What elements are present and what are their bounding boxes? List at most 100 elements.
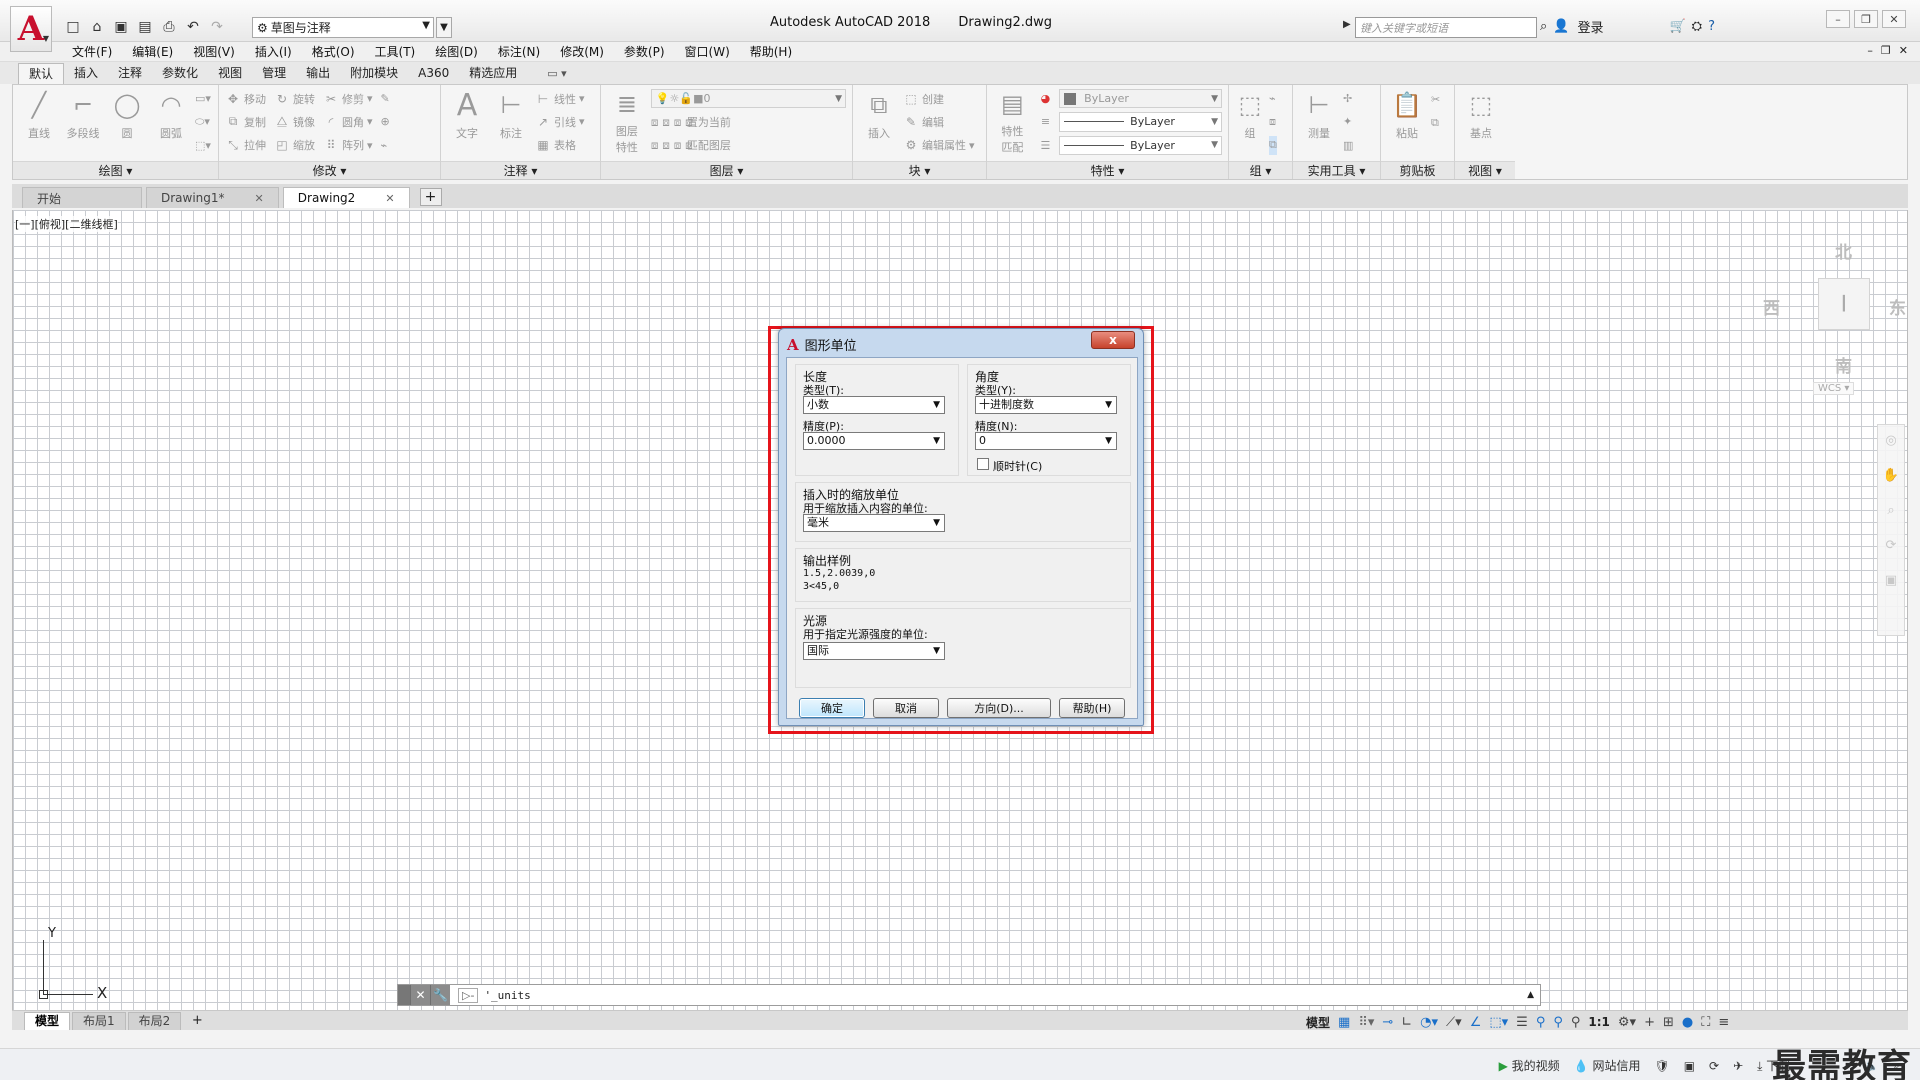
restore-button[interactable]: ❐ bbox=[1854, 10, 1878, 28]
tab-a360[interactable]: A360 bbox=[408, 63, 459, 84]
open-file-icon[interactable]: ⌂ bbox=[86, 16, 108, 38]
leader-tool[interactable]: ↗ 引线 ▾ bbox=[535, 112, 585, 131]
undo-icon[interactable]: ↶ bbox=[182, 16, 204, 38]
color-wheel-icon[interactable]: ◕ bbox=[1041, 89, 1051, 108]
quick-select-icon[interactable]: ✦ bbox=[1343, 112, 1353, 131]
close-icon[interactable]: ✕ bbox=[410, 985, 430, 1005]
line-tool[interactable]: ╱ 直线 bbox=[19, 89, 59, 155]
tab-manage[interactable]: 管理 bbox=[252, 63, 296, 84]
base-point-tool[interactable]: ⬚ 基点 bbox=[1461, 89, 1501, 155]
layer-select[interactable]: 💡☼🔓■ 0 ▼ bbox=[650, 89, 846, 109]
viewcube-face[interactable]: ┃ bbox=[1818, 278, 1870, 330]
isodraft-icon[interactable]: ⟋▾ bbox=[1446, 1015, 1462, 1030]
layout-tab-layout2[interactable]: 布局2 bbox=[127, 1012, 182, 1030]
layout-tab-model[interactable]: 模型 bbox=[24, 1012, 71, 1030]
paste-tool[interactable]: 📋 粘贴 bbox=[1387, 89, 1427, 155]
panel-draw-title[interactable]: 绘图 ▾ bbox=[13, 161, 218, 179]
group-select-icon[interactable]: ⧉ bbox=[1269, 135, 1277, 155]
menu-draw[interactable]: 绘图(D) bbox=[425, 43, 488, 60]
auto-scale-icon[interactable]: ⚲ bbox=[1553, 1015, 1563, 1030]
image-icon[interactable]: ▣ bbox=[1684, 1059, 1695, 1073]
offset-icon[interactable]: ⌁ bbox=[381, 136, 390, 155]
annotation-visibility-icon[interactable]: ⚲ bbox=[1536, 1015, 1546, 1030]
viewcube-north[interactable]: 北 bbox=[1835, 238, 1852, 263]
linear-dim-tool[interactable]: ⊢ 线性 ▾ bbox=[535, 89, 585, 108]
insert-block-tool[interactable]: ⧉ 插入 bbox=[859, 89, 899, 155]
customize-qat-button[interactable]: ▼ bbox=[436, 17, 452, 38]
site-credit-link[interactable]: 💧 网站信用 bbox=[1574, 1057, 1641, 1074]
object-snap-tracking-icon[interactable]: ∠ bbox=[1470, 1015, 1482, 1030]
search-input[interactable]: 键入关键字或短语 bbox=[1355, 17, 1537, 38]
doc-minimize-button[interactable]: – bbox=[1867, 44, 1873, 57]
dimension-tool[interactable]: ⊢ 标注 bbox=[491, 89, 531, 155]
lineweight-display-icon[interactable]: ☰ bbox=[1516, 1015, 1528, 1030]
calculator-icon[interactable]: ▥ bbox=[1343, 136, 1353, 155]
close-window-button[interactable]: ✕ bbox=[1882, 10, 1906, 28]
binoculars-icon[interactable]: ⌕ bbox=[1540, 19, 1547, 34]
boundary-icon[interactable]: ⬚▾ bbox=[195, 136, 211, 155]
insertion-units-select[interactable]: 毫米 ▼ bbox=[803, 514, 945, 532]
menu-insert[interactable]: 插入(I) bbox=[245, 43, 302, 60]
menu-dimension[interactable]: 标注(N) bbox=[488, 43, 550, 60]
pan-icon[interactable]: ✋ bbox=[1883, 468, 1899, 483]
array-tool[interactable]: ⠿ 阵列 ▾ bbox=[323, 136, 373, 155]
cart-icon[interactable]: 🛒 bbox=[1669, 19, 1685, 34]
steeringwheel-icon[interactable]: ◎ bbox=[1885, 433, 1896, 448]
trim-tool[interactable]: ✂ 修剪 ▾ bbox=[323, 89, 373, 108]
workspace-select[interactable]: ⚙ 草图与注释 ▼ bbox=[252, 17, 434, 38]
fillet-tool[interactable]: ◜ 圆角 ▾ bbox=[323, 112, 373, 131]
tab-addins[interactable]: 附加模块 bbox=[340, 63, 408, 84]
menu-help[interactable]: 帮助(H) bbox=[740, 43, 802, 60]
object-snap-icon[interactable]: ⬚▾ bbox=[1489, 1015, 1508, 1030]
ungroup-icon[interactable]: ⌁ bbox=[1269, 89, 1277, 108]
annotation-monitor-icon[interactable]: + bbox=[1644, 1015, 1655, 1030]
model-space-toggle[interactable]: 模型 bbox=[1306, 1014, 1330, 1031]
linetype-icon[interactable]: ≡ bbox=[1041, 112, 1050, 131]
menu-file[interactable]: 文件(F) bbox=[62, 43, 122, 60]
group-edit-icon[interactable]: ⧈ bbox=[1269, 112, 1277, 131]
set-current-layer-tool[interactable]: ⧈ ⧈ ⧈ ⧈ 置为当前 bbox=[651, 112, 846, 131]
panel-modify-title[interactable]: 修改 ▾ bbox=[219, 161, 440, 179]
erase-icon[interactable]: ✎ bbox=[381, 89, 390, 108]
wcs-menu[interactable]: WCS ▾ bbox=[1813, 382, 1855, 395]
polar-icon[interactable]: ◔▾ bbox=[1420, 1015, 1438, 1030]
stretch-tool[interactable]: ⤡ 拉伸 bbox=[225, 136, 266, 155]
tab-home[interactable]: 默认 bbox=[18, 63, 65, 84]
layer-properties-tool[interactable]: ≣ 图层特性 bbox=[607, 89, 647, 155]
customization-menu-icon[interactable]: ≡ bbox=[1718, 1015, 1729, 1030]
layout-tab-layout1[interactable]: 布局1 bbox=[72, 1012, 126, 1030]
group-tool[interactable]: ⬚ 组 bbox=[1235, 89, 1265, 155]
command-line-grip[interactable] bbox=[398, 985, 410, 1005]
save-as-icon[interactable]: ▤ bbox=[134, 16, 156, 38]
viewcube-south[interactable]: 南 bbox=[1835, 352, 1852, 377]
tab-annotate[interactable]: 注释 bbox=[108, 63, 152, 84]
move-tool[interactable]: ✥ 移动 bbox=[225, 89, 266, 108]
panel-groups-title[interactable]: 组 ▾ bbox=[1229, 161, 1292, 179]
ok-button[interactable]: 确定 bbox=[799, 698, 865, 718]
viewport-controls[interactable]: [一][俯视][二维线框] bbox=[15, 216, 118, 232]
close-icon[interactable]: ✕ bbox=[385, 192, 394, 205]
dialog-title-bar[interactable]: A 图形单位 bbox=[787, 335, 857, 355]
lineweight-select[interactable]: ByLayer ▼ bbox=[1059, 135, 1222, 155]
circle-tool[interactable]: ◯ 圆 bbox=[107, 89, 147, 155]
add-layout-button[interactable]: + bbox=[189, 1014, 205, 1030]
doc-close-button[interactable]: ✕ bbox=[1899, 44, 1908, 57]
print-icon[interactable]: ⎙ bbox=[158, 16, 180, 38]
snap-icon[interactable]: ⠿▾ bbox=[1358, 1015, 1374, 1030]
redo-icon[interactable]: ↷ bbox=[206, 16, 228, 38]
login-button[interactable]: 登录 bbox=[1577, 17, 1603, 36]
ortho-icon[interactable]: ∟ bbox=[1401, 1015, 1412, 1030]
tab-output[interactable]: 输出 bbox=[296, 63, 340, 84]
menu-window[interactable]: 窗口(W) bbox=[675, 43, 740, 60]
tab-insert[interactable]: 插入 bbox=[64, 63, 108, 84]
menu-tools[interactable]: 工具(T) bbox=[365, 43, 426, 60]
close-icon[interactable]: ✕ bbox=[255, 192, 264, 205]
panel-view-title[interactable]: 视图 ▾ bbox=[1455, 161, 1515, 179]
angle-type-select[interactable]: 十进制度数 ▼ bbox=[975, 396, 1117, 414]
measure-tool[interactable]: ⊢ 测量 bbox=[1299, 89, 1339, 155]
infer-constraints-icon[interactable]: ⊸ bbox=[1382, 1015, 1393, 1030]
units-icon[interactable]: ⊞ bbox=[1663, 1015, 1674, 1030]
fullscreen-icon[interactable]: ⛶ bbox=[1701, 1015, 1710, 1030]
file-tab-drawing2[interactable]: Drawing2 ✕ bbox=[282, 187, 410, 208]
annotation-scale-icon[interactable]: ⚲ bbox=[1571, 1015, 1581, 1030]
